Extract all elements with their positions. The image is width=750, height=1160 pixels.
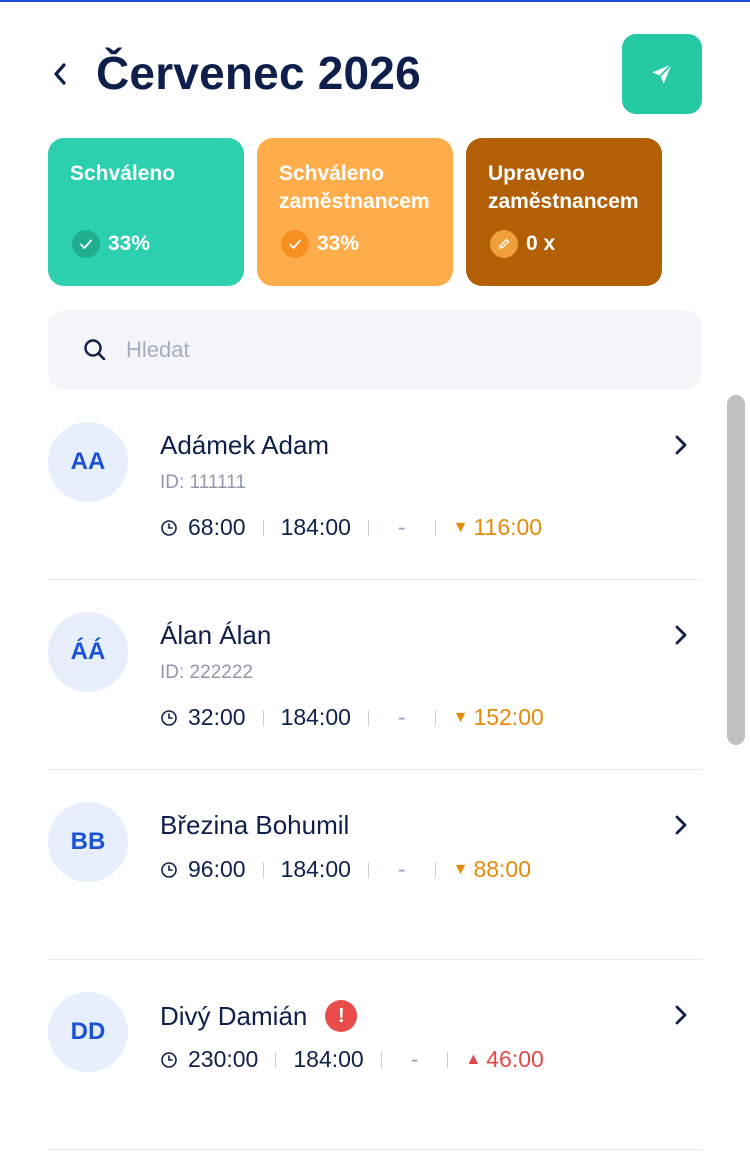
employee-id: ID: 222222 [160, 662, 253, 683]
employee-stats: 96:00 184:00 - ▼ 88:00 [160, 856, 531, 883]
planned-hours: 184:00 [280, 856, 351, 882]
card-stat: 0 x [490, 230, 555, 258]
scrollbar[interactable] [727, 395, 745, 745]
planned-hours: 184:00 [293, 1046, 364, 1072]
card-stat: 33% [281, 230, 359, 258]
employee-row[interactable]: BB Březina Bohumil 96:00 184:00 - ▼ 88:0… [48, 770, 702, 960]
employee-row[interactable]: AA Adámek Adam ID: 111111 68:00 184:00 -… [48, 390, 702, 580]
worked-hours: 96:00 [188, 856, 246, 882]
worked-hours: 68:00 [188, 514, 246, 540]
card-title: Schváleno zaměstnancem [279, 162, 430, 213]
status-cards: Schváleno 33% Schváleno zaměstnancem 33%… [48, 138, 702, 286]
clock-icon [160, 861, 178, 879]
divider [367, 519, 369, 536]
hours-difference: ▼ 88:00 [452, 856, 531, 882]
divider [434, 519, 436, 536]
worked-hours: 32:00 [188, 704, 246, 730]
employee-stats: 32:00 184:00 - ▼ 152:00 [160, 704, 544, 731]
employee-name: Březina Bohumil [160, 810, 350, 840]
divider [367, 709, 369, 726]
clock-icon [160, 1051, 178, 1069]
avatar: DD [48, 992, 128, 1072]
card-value: 33% [108, 232, 151, 255]
avatar: AA [48, 422, 128, 502]
card-edited-by-employee[interactable]: Upraveno zaměstnancem 0 x [466, 138, 662, 286]
worked-hours: 230:00 [188, 1046, 259, 1072]
divider [262, 861, 264, 878]
page-title: Červenec 2026 [96, 47, 421, 99]
top-accent-line [0, 0, 750, 2]
search-icon [84, 339, 106, 361]
pencil-icon [490, 230, 518, 258]
hours-difference: ▼ 116:00 [452, 514, 543, 540]
employee-stats: 230:00 184:00 - ▲ 46:00 [160, 1046, 544, 1073]
check-icon [72, 230, 100, 258]
employee-id: ID: 111111 [160, 472, 246, 493]
extra-value: - [397, 704, 406, 730]
employee-row[interactable]: ÁÁ Álan Álan ID: 222222 32:00 184:00 - ▼… [48, 580, 702, 770]
card-value: 33% [317, 232, 360, 255]
triangle-up-icon: ▲ [465, 1050, 482, 1068]
divider [434, 861, 436, 878]
alert-icon[interactable]: ! [325, 1000, 358, 1032]
card-title: Upraveno zaměstnancem [488, 162, 639, 213]
extra-value: - [397, 514, 406, 540]
clock-icon [160, 709, 178, 727]
employee-name: Álan Álan [160, 620, 272, 650]
card-stat: 33% [72, 230, 150, 258]
chevron-right-icon[interactable] [672, 1002, 690, 1028]
chevron-left-icon [54, 63, 66, 85]
triangle-down-icon: ▼ [452, 708, 469, 726]
chevron-right-icon[interactable] [672, 812, 690, 838]
divider [434, 709, 436, 726]
chevron-right-icon[interactable] [672, 432, 690, 458]
employee-name: Adámek Adam [160, 430, 330, 460]
triangle-down-icon: ▼ [452, 518, 469, 536]
planned-hours: 184:00 [280, 704, 351, 730]
hours-difference: ▲ 46:00 [465, 1046, 544, 1072]
employee-row[interactable]: DD Divý Damián ! 230:00 184:00 - ▲ 46:00 [48, 960, 702, 1150]
card-approved[interactable]: Schváleno 33% [48, 138, 244, 286]
search-input[interactable] [126, 337, 626, 363]
extra-value: - [397, 856, 406, 882]
search-bar[interactable] [48, 310, 702, 390]
avatar: BB [48, 802, 128, 882]
divider [262, 709, 264, 726]
card-title: Schváleno [70, 162, 176, 185]
divider [380, 1051, 382, 1068]
chevron-right-icon[interactable] [672, 622, 690, 648]
avatar: ÁÁ [48, 612, 128, 692]
planned-hours: 184:00 [280, 514, 351, 540]
divider [262, 519, 264, 536]
card-approved-by-employee[interactable]: Schváleno zaměstnancem 33% [257, 138, 453, 286]
employee-stats: 68:00 184:00 - ▼ 116:00 [160, 514, 542, 541]
divider [275, 1051, 277, 1068]
send-button[interactable] [622, 34, 702, 114]
extra-value: - [410, 1046, 419, 1072]
divider [367, 861, 369, 878]
divider [447, 1051, 449, 1068]
check-icon [281, 230, 309, 258]
page-header: Červenec 2026 [48, 34, 702, 114]
employee-name: Divý Damián ! [160, 1000, 358, 1032]
send-icon [652, 63, 673, 84]
triangle-down-icon: ▼ [452, 860, 469, 878]
clock-icon [160, 519, 178, 537]
employee-list: AA Adámek Adam ID: 111111 68:00 184:00 -… [48, 390, 702, 1150]
hours-difference: ▼ 152:00 [452, 704, 544, 730]
back-button[interactable] [48, 60, 72, 88]
card-value: 0 x [526, 232, 556, 255]
